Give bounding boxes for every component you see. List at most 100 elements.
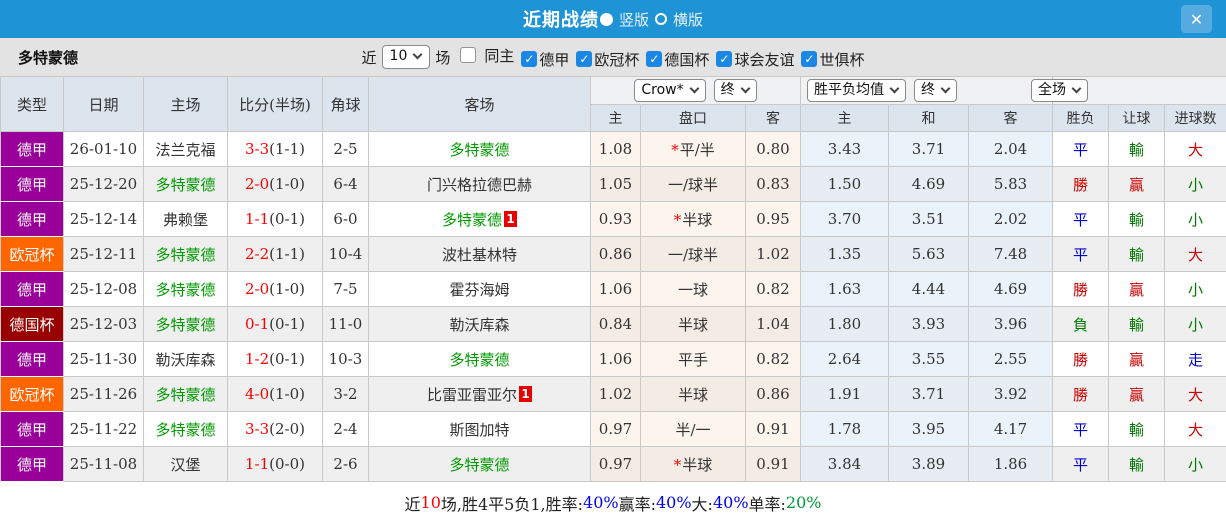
checkbox-checked-icon[interactable]: ✓: [521, 51, 538, 67]
handicap-cell: 一/球半: [640, 236, 746, 272]
home-team-cell: 法兰克福: [143, 131, 228, 167]
mean-away-cell: 3.92: [967, 376, 1054, 412]
summary-segment: 大:: [691, 494, 713, 514]
result-outcome-cell: 平: [1052, 131, 1110, 167]
table-row: 德甲 25-11-30 勒沃库森 1-2(0-1) 10-3 多特蒙德 1.06 平手 0.82…: [0, 341, 1226, 377]
checkbox-checked-icon[interactable]: ✓: [576, 51, 593, 67]
team-name-text: 多特蒙德: [449, 455, 510, 474]
corner-cell: 11-0: [322, 306, 369, 342]
mean-stage-select[interactable]: 终: [914, 78, 957, 103]
team-name-text: 比雷亚雷亚尔: [426, 385, 517, 404]
match-scope-value: 全场: [1038, 81, 1067, 98]
fulltime-score: 3-3: [244, 420, 270, 438]
header-group-row: 类型 日期 主场 比分(半场) 角球 客场 Crow* 终 胜平负均值 终 全场: [0, 76, 1226, 132]
checkbox-checked-icon[interactable]: ✓: [801, 51, 818, 67]
bookmaker-select[interactable]: Crow*: [634, 78, 706, 103]
bookmaker-stage-select[interactable]: 终: [713, 78, 757, 103]
halftime-score: (1-0): [269, 385, 305, 403]
bookmaker-stage-value: 终: [720, 81, 735, 98]
date-cell: 25-11-08: [63, 446, 144, 482]
halftime-score: (0-1): [269, 350, 305, 368]
fulltime-score: 2-0: [244, 175, 270, 193]
close-button[interactable]: ✕: [1181, 5, 1212, 33]
horizontal-layout-label[interactable]: 横版: [673, 9, 703, 30]
column-header: 客场: [368, 76, 591, 132]
team-name-text: 波杜基林特: [441, 245, 517, 264]
team-name-text: 汉堡: [170, 455, 201, 474]
mean-home-cell: 1.91: [800, 376, 889, 412]
mean-home-cell: 2.64: [800, 341, 889, 377]
league-badge: 德甲: [0, 341, 64, 377]
column-header: 角球: [322, 76, 369, 132]
checkbox-unchecked-icon[interactable]: [460, 47, 477, 63]
result-outcome-cell: 平: [1052, 411, 1110, 447]
handicap-text: 一/球半: [667, 175, 719, 194]
corner-cell: 6-4: [322, 166, 369, 202]
handicap-text: 平手: [677, 350, 708, 369]
summary-segment: 20%: [785, 493, 822, 512]
odds-home-cell: 1.08: [590, 131, 641, 167]
mean-away-cell: 4.17: [967, 411, 1054, 447]
recent-count-select[interactable]: 10: [381, 45, 431, 69]
score-cell: 4-0(1-0): [227, 376, 323, 412]
league-badge: 德国杯: [0, 306, 64, 342]
title-bar: 近期战绩 竖版 横版 ✕: [0, 0, 1226, 38]
sub-column-header: 进球数: [1164, 104, 1226, 132]
odds-away-cell: 0.83: [745, 166, 801, 202]
sub-column-header: 胜负: [1052, 104, 1110, 132]
odds-home-cell: 1.06: [590, 271, 641, 307]
away-team-cell: 勒沃库森: [368, 306, 591, 342]
result-handicap-cell: 輸: [1108, 446, 1166, 482]
mean-away-cell: 4.69: [967, 271, 1054, 307]
filter-checkbox-4: ✓ 球会友谊: [709, 49, 794, 70]
column-header: 类型: [0, 76, 64, 132]
team-name-text: 弗赖堡: [162, 210, 208, 229]
sub-column-header: 主: [800, 104, 889, 132]
table-row: 德甲 25-12-08 多特蒙德 2-0(1-0) 7-5 霍芬海姆 1.06 一球 0.82 1…: [0, 271, 1226, 307]
summary-footer: 近 10 场,胜4平5负1, 胜率: 40% 赢率: 40% 大: 40% 单率: 20%: [0, 482, 1226, 523]
odds-away-cell: 0.82: [745, 341, 801, 377]
mean-draw-cell: 3.95: [888, 411, 969, 447]
match-scope-select[interactable]: 全场: [1031, 78, 1089, 103]
league-badge: 德甲: [0, 411, 64, 447]
halftime-score: (1-0): [269, 175, 305, 193]
fulltime-score: 2-0: [244, 280, 270, 298]
date-cell: 25-12-03: [63, 306, 144, 342]
checkbox-checked-icon[interactable]: ✓: [646, 51, 663, 67]
column-header: 比分(半场): [227, 76, 323, 132]
vertical-layout-label[interactable]: 竖版: [619, 9, 649, 30]
mean-draw-cell: 5.63: [888, 236, 969, 272]
fulltime-score: 3-3: [244, 140, 270, 158]
result-outcome-cell: 負: [1052, 306, 1110, 342]
score-cell: 0-1(0-1): [227, 306, 323, 342]
result-outcome-cell: 勝: [1052, 376, 1110, 412]
result-handicap-cell: 贏: [1108, 341, 1166, 377]
team-name-text: 斯图加特: [449, 420, 510, 439]
mean-home-cell: 3.84: [800, 446, 889, 482]
result-handicap-cell: 輸: [1108, 236, 1166, 272]
chevron-down-icon: [689, 83, 700, 94]
horizontal-layout-radio[interactable]: [655, 13, 667, 25]
page-title: 近期战绩: [522, 10, 599, 31]
results-table-body: 德甲 26-01-10 法兰克福 3-3(1-1) 2-5 多特蒙德 1.08 *平/半 0.8…: [0, 131, 1226, 482]
team-name-text: 勒沃库森: [449, 315, 510, 334]
team-name-text: 勒沃库森: [155, 350, 216, 369]
handicap-cell: *半球: [640, 446, 746, 482]
odds-away-cell: 0.91: [745, 446, 801, 482]
odds-home-cell: 0.97: [590, 411, 641, 447]
filter-checkbox-5: ✓ 世俱杯: [794, 49, 864, 70]
summary-segment: 10: [420, 493, 441, 512]
vertical-layout-radio[interactable]: [599, 12, 613, 26]
mean-draw-cell: 3.93: [888, 306, 969, 342]
mean-odds-select[interactable]: 胜平负均值: [807, 78, 906, 103]
date-cell: 25-12-14: [63, 201, 144, 237]
filter-checkbox-1: ✓ 德甲: [514, 49, 569, 70]
checkbox-label: 德甲: [539, 50, 570, 69]
home-team-cell: 多特蒙德: [143, 376, 228, 412]
mean-away-cell: 1.86: [967, 446, 1054, 482]
recent-count-value: 10: [389, 48, 408, 65]
home-team-cell: 弗赖堡: [143, 201, 228, 237]
checkbox-checked-icon[interactable]: ✓: [716, 51, 733, 67]
fulltime-score: 2-2: [244, 245, 270, 263]
results-table: 类型 日期 主场 比分(半场) 角球 客场 Crow* 终 胜平负均值终 全场 主盘口客主和…: [0, 76, 1226, 482]
